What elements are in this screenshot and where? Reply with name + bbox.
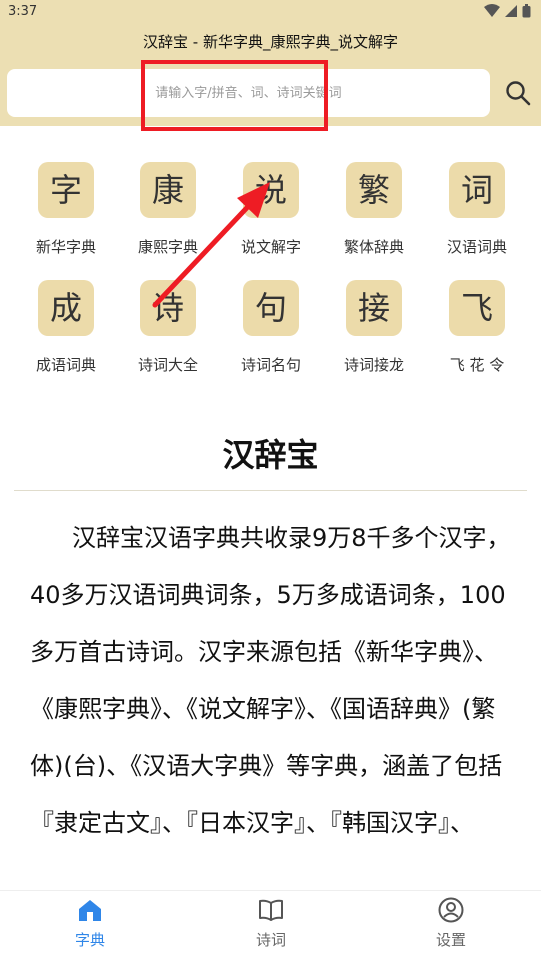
status-time: 3:37: [8, 4, 38, 19]
dict-tile: 句: [243, 280, 299, 336]
dict-tile: 康: [140, 162, 196, 218]
dict-tile: 词: [449, 162, 505, 218]
dict-label: 诗词名句: [240, 356, 301, 374]
dict-item-shici[interactable]: 诗 诗词大全: [118, 280, 218, 380]
dict-item-feihualing[interactable]: 飞 飞 花 令: [427, 280, 527, 380]
dict-item-fanti[interactable]: 繁 繁体辞典: [324, 162, 424, 262]
about-body: 汉辞宝汉语字典共收录9万8千多个汉字，40多万汉语词典词条，5万多成语词条，10…: [30, 524, 511, 837]
user-icon: [438, 897, 464, 923]
dict-tile: 繁: [346, 162, 402, 218]
about-divider: [14, 490, 527, 491]
dict-item-ciyu[interactable]: 词 汉语词典: [427, 162, 527, 262]
dict-tile: 字: [38, 162, 94, 218]
nav-label: 诗词: [255, 931, 286, 949]
dict-item-jielong[interactable]: 接 诗词接龙: [324, 280, 424, 380]
nav-item-settings[interactable]: 设置: [406, 897, 496, 950]
dict-label: 飞 花 令: [449, 356, 505, 374]
dict-tile: 成: [38, 280, 94, 336]
battery-icon: [522, 4, 531, 18]
dict-tile: 说: [243, 162, 299, 218]
dict-item-mingju[interactable]: 句 诗词名句: [221, 280, 321, 380]
dict-label: 诗词接龙: [343, 356, 404, 374]
dict-label: 成语词典: [35, 356, 96, 374]
status-icons: [484, 4, 531, 18]
dict-label: 新华字典: [35, 238, 96, 256]
app-title: 汉辞宝 - 新华字典_康熙字典_说文解字: [0, 24, 541, 64]
dict-item-shuowen[interactable]: 说 说文解字: [221, 162, 321, 262]
book-icon: [259, 899, 283, 921]
nav-label: 字典: [74, 931, 105, 949]
nav-item-poetry[interactable]: 诗词: [226, 897, 316, 950]
bottom-nav: 字典 诗词 设置: [0, 890, 541, 962]
annotation-highlight-box: [141, 60, 328, 131]
nav-label: 设置: [435, 931, 466, 949]
about-title: 汉辞宝: [222, 436, 319, 474]
dict-item-kangxi[interactable]: 康 康熙字典: [118, 162, 218, 262]
dict-item-chengyu[interactable]: 成 成语词典: [16, 280, 116, 380]
dict-tile: 诗: [140, 280, 196, 336]
content-card: 字 新华字典 康 康熙字典 说 说文解字 繁 繁体辞典 词 汉语词典 成 成语词…: [0, 140, 541, 890]
dict-label: 繁体辞典: [343, 238, 404, 256]
status-bar: 3:37: [0, 0, 541, 24]
wifi-icon: [484, 4, 500, 17]
dict-label: 康熙字典: [137, 238, 198, 256]
dict-label: 说文解字: [240, 238, 301, 256]
dict-label: 诗词大全: [137, 356, 198, 374]
dict-tile: 飞: [449, 280, 505, 336]
search-icon[interactable]: [503, 78, 533, 108]
home-icon: [79, 900, 101, 921]
dict-label: 汉语词典: [446, 238, 507, 256]
dict-item-xinhua[interactable]: 字 新华字典: [16, 162, 116, 262]
nav-item-dictionary[interactable]: 字典: [45, 897, 135, 950]
signal-icon: [505, 5, 517, 17]
dict-tile: 接: [346, 280, 402, 336]
